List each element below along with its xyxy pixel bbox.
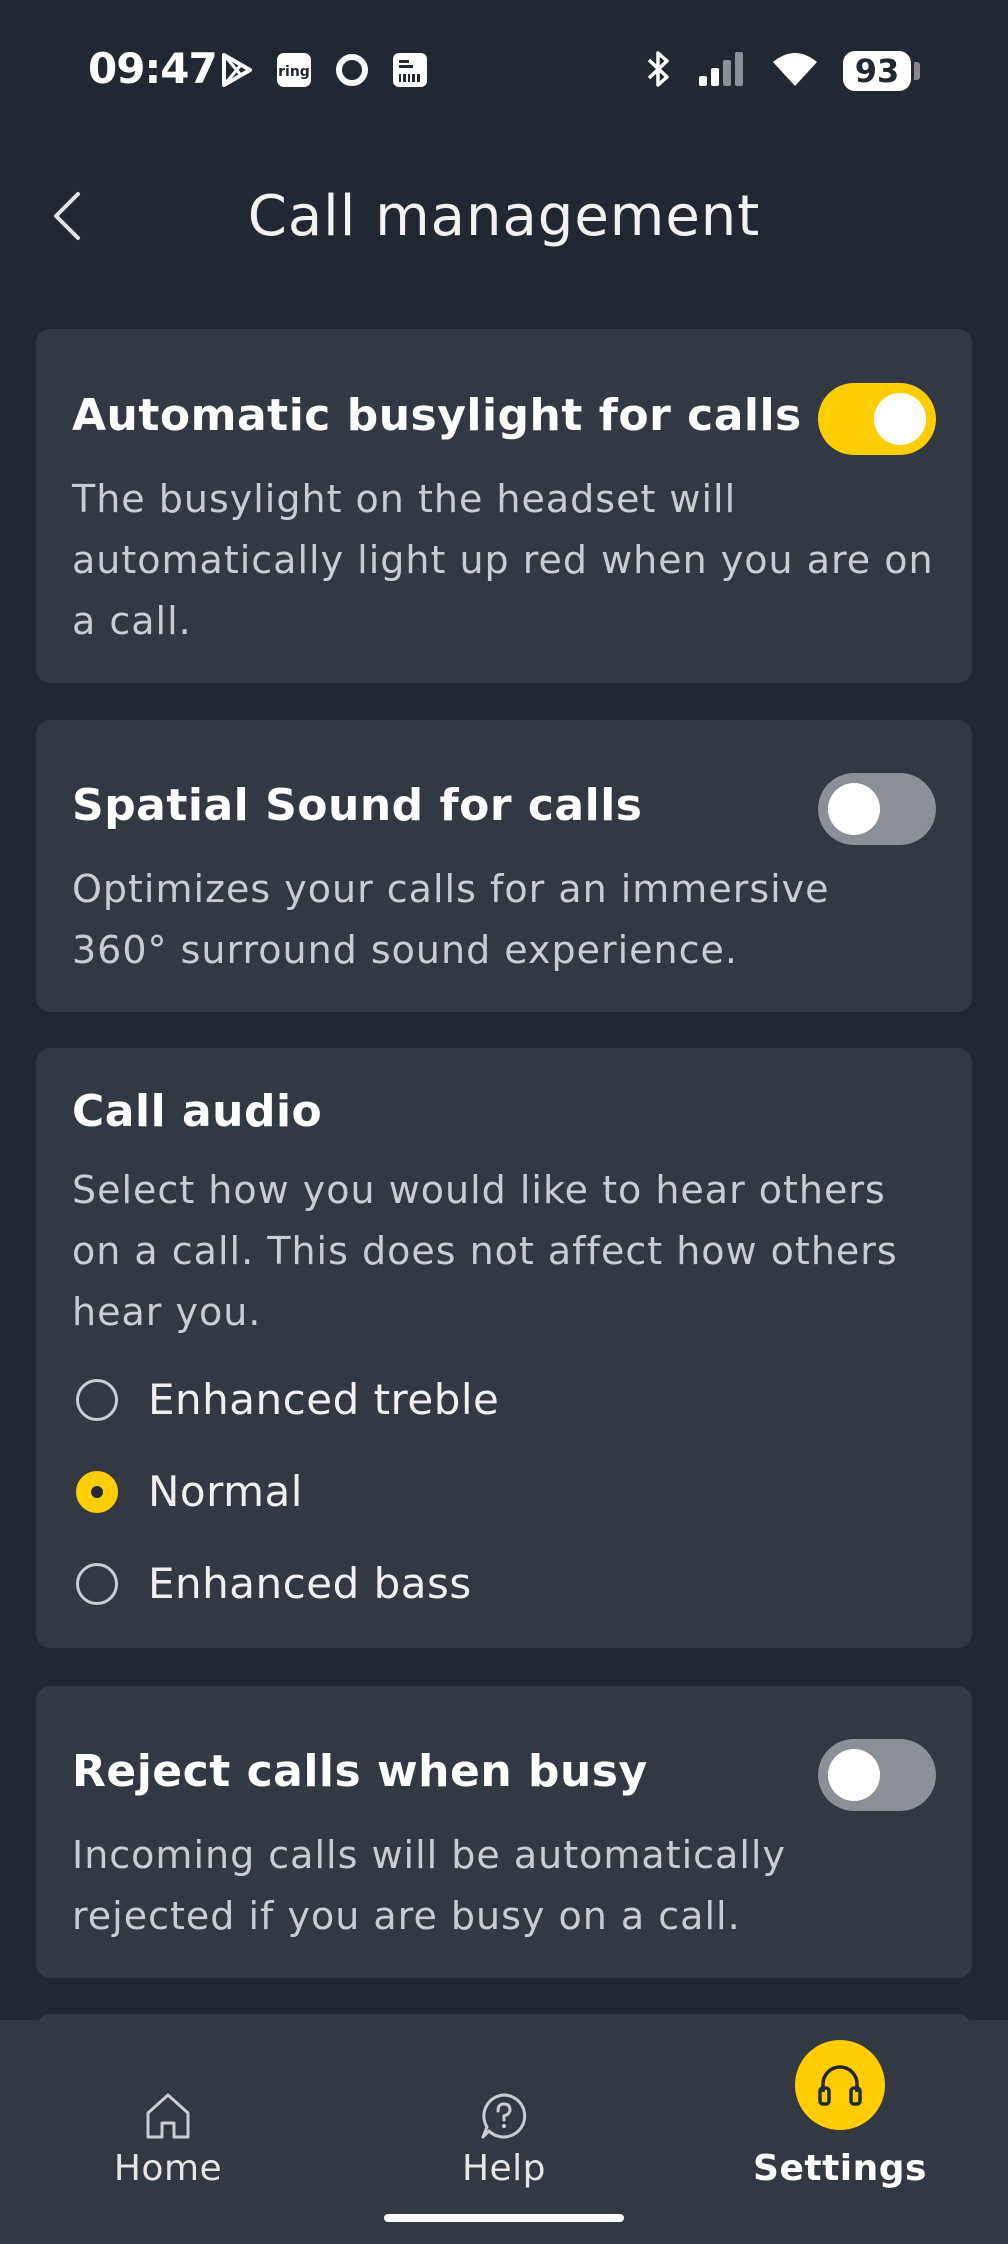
- home-indicator: [384, 2214, 624, 2222]
- reject-calls-description: Incoming calls will be automatically rej…: [72, 1833, 786, 1938]
- battery-icon: 93: [843, 51, 920, 91]
- radio-label: Enhanced treble: [148, 1375, 500, 1424]
- circle-app-icon: [334, 52, 370, 92]
- radio-label: Normal: [148, 1467, 303, 1516]
- reject-calls-card: Reject calls when busy Incoming calls wi…: [36, 1686, 972, 1978]
- busylight-title: Automatic busylight for calls: [72, 390, 802, 441]
- barcode-app-icon: [392, 52, 428, 92]
- nav-settings-label: Settings: [753, 2148, 927, 2189]
- toggle-knob: [828, 1749, 880, 1801]
- status-notification-icons: ring: [220, 52, 428, 92]
- status-system-icons: 93: [645, 50, 920, 92]
- ring-icon-label: ring: [278, 64, 310, 80]
- busylight-toggle[interactable]: [818, 383, 936, 455]
- toggle-knob: [828, 783, 880, 835]
- radio-label: Enhanced bass: [148, 1559, 472, 1608]
- call-audio-option-enhanced-treble[interactable]: Enhanced treble: [72, 1375, 499, 1424]
- radio-button[interactable]: [76, 1378, 118, 1421]
- radio-button[interactable]: [76, 1470, 118, 1513]
- status-bar: 09:47 ring 93: [0, 0, 1008, 150]
- call-audio-option-normal[interactable]: Normal: [72, 1467, 303, 1516]
- play-store-icon: [220, 52, 254, 92]
- spatial-sound-card: Spatial Sound for calls Optimizes your c…: [36, 720, 972, 1012]
- signal-icon: [697, 50, 747, 92]
- nav-home[interactable]: Home: [0, 2020, 336, 2220]
- toggle-knob: [874, 393, 926, 445]
- nav-help[interactable]: Help: [336, 2020, 672, 2220]
- call-audio-title: Call audio: [72, 1086, 323, 1137]
- wifi-icon: [771, 50, 819, 92]
- battery-level: 93: [843, 51, 911, 91]
- status-time: 09:47: [88, 44, 218, 93]
- page-title: Call management: [247, 184, 761, 249]
- call-audio-card: Call audio Select how you would like to …: [36, 1048, 972, 1648]
- nav-help-label: Help: [461, 2148, 547, 2189]
- call-audio-description: Select how you would like to hear others…: [72, 1168, 898, 1334]
- home-icon: [138, 2086, 198, 2146]
- spatial-sound-toggle[interactable]: [818, 773, 936, 845]
- busylight-description: The busylight on the headset will automa…: [72, 477, 934, 643]
- call-audio-option-enhanced-bass[interactable]: Enhanced bass: [72, 1559, 472, 1608]
- nav-home-label: Home: [113, 2148, 223, 2189]
- headphones-icon: [795, 2040, 885, 2130]
- ring-icon: ring: [276, 52, 312, 92]
- help-icon: [474, 2086, 534, 2146]
- battery-tip: [914, 62, 920, 80]
- nav-settings[interactable]: Settings: [672, 2020, 1008, 2220]
- reject-calls-title: Reject calls when busy: [72, 1746, 648, 1797]
- spatial-sound-description: Optimizes your calls for an immersive 36…: [72, 867, 830, 972]
- bottom-navigation: Home Help Settings: [0, 2020, 1008, 2244]
- busylight-card: Automatic busylight for calls The busyli…: [36, 329, 972, 683]
- app-header: Call management: [0, 160, 1008, 280]
- radio-button[interactable]: [76, 1562, 118, 1605]
- spatial-sound-title: Spatial Sound for calls: [72, 780, 643, 831]
- bluetooth-icon: [645, 50, 673, 92]
- reject-calls-toggle[interactable]: [818, 1739, 936, 1811]
